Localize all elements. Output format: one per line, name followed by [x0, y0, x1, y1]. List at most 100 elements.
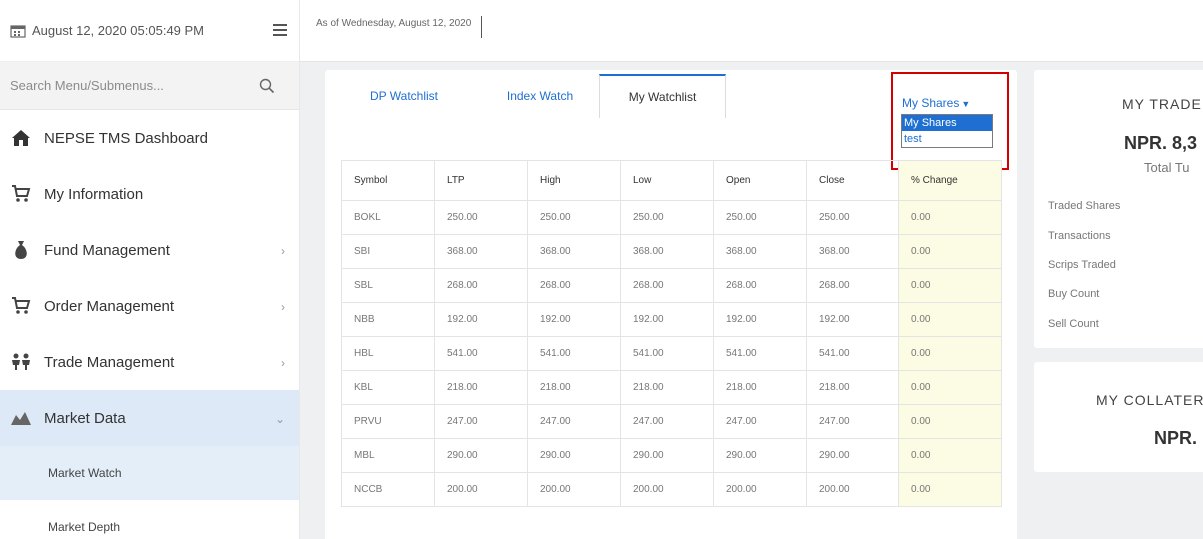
table-header-row: Symbol LTP High Low Open Close % Change	[341, 160, 1002, 201]
table-cell: 290.00	[527, 438, 621, 473]
table-cell: 368.00	[434, 234, 528, 269]
column-header[interactable]: Low	[620, 160, 714, 201]
tab-my-watchlist[interactable]: My Watchlist	[599, 74, 726, 118]
stat-label: Sell Count	[1048, 318, 1099, 330]
table-cell: 541.00	[620, 336, 714, 371]
sidebar-item-trade-management[interactable]: Trade Management ›	[0, 334, 299, 390]
symbol-cell: HBL	[341, 336, 435, 371]
option-test[interactable]: test	[902, 131, 992, 147]
table-cell: 268.00	[527, 268, 621, 303]
table-cell: 368.00	[713, 234, 807, 269]
table-cell: 0.00	[898, 404, 1002, 439]
table-cell: 0.00	[898, 370, 1002, 405]
table-cell: 250.00	[713, 200, 807, 235]
table-cell: 247.00	[527, 404, 621, 439]
table-cell: 247.00	[620, 404, 714, 439]
table-row[interactable]: KBL 218.00 218.00 218.00 218.00 218.00 0.00	[341, 370, 1002, 405]
chevron-down-icon: ⌄	[274, 412, 285, 426]
table-cell: 192.00	[434, 302, 528, 337]
sidebar-item-my-information[interactable]: My Information	[0, 166, 299, 222]
table-cell: 218.00	[527, 370, 621, 405]
table-cell: 192.00	[713, 302, 807, 337]
symbol-cell: SBI	[341, 234, 435, 269]
top-bar: As of Wednesday, August 12, 2020	[300, 0, 1203, 62]
sidebar-item-dashboard[interactable]: NEPSE TMS Dashboard	[0, 110, 299, 166]
search-input[interactable]	[10, 78, 259, 93]
chevron-right-icon: ›	[281, 244, 285, 258]
search-icon[interactable]	[259, 78, 275, 94]
table-cell: 541.00	[434, 336, 528, 371]
table-cell: 368.00	[527, 234, 621, 269]
table-row[interactable]: BOKL 250.00 250.00 250.00 250.00 250.00 0.00	[341, 200, 1002, 235]
column-header[interactable]: % Change	[898, 160, 1002, 201]
calendar-icon	[10, 24, 26, 38]
home-icon	[10, 127, 32, 149]
sidebar-item-order-management[interactable]: Order Management ›	[0, 278, 299, 334]
card-title: MY COLLATER	[1096, 392, 1203, 408]
column-header[interactable]: Close	[806, 160, 899, 201]
table-cell: 192.00	[806, 302, 899, 337]
stat-label: Scrips Traded	[1048, 259, 1116, 271]
table-row[interactable]: HBL 541.00 541.00 541.00 541.00 541.00 0.00	[341, 336, 1002, 371]
sidebar-subitem-market-watch[interactable]: Market Watch	[0, 446, 299, 500]
stat-label: Transactions	[1048, 230, 1111, 242]
table-cell: 200.00	[620, 472, 714, 507]
symbol-cell: SBL	[341, 268, 435, 303]
table-cell: 0.00	[898, 336, 1002, 371]
sidebar-item-fund-management[interactable]: Fund Management ›	[0, 222, 299, 278]
column-header[interactable]: LTP	[434, 160, 528, 201]
table-cell: 0.00	[898, 268, 1002, 303]
menu-toggle-icon[interactable]	[273, 24, 287, 36]
trade-amount: NPR. 8,3	[1124, 133, 1198, 153]
sidebar-item-label: Trade Management	[44, 353, 175, 371]
watchlist-select[interactable]: My Shares ▼	[902, 96, 970, 110]
cart-icon	[10, 183, 32, 205]
watchlist-table: Symbol LTP High Low Open Close % Change …	[341, 160, 1002, 507]
money-bag-icon	[10, 239, 32, 261]
table-cell: 290.00	[434, 438, 528, 473]
sidebar-item-label: My Information	[44, 185, 144, 203]
table-cell: 268.00	[713, 268, 807, 303]
sidebar-item-label: Order Management	[44, 297, 175, 315]
chevron-down-icon: ▼	[961, 99, 971, 109]
table-row[interactable]: NBB 192.00 192.00 192.00 192.00 192.00 0.00	[341, 302, 1002, 337]
table-cell: 290.00	[620, 438, 714, 473]
trade-subtitle: Total Tu	[1144, 160, 1190, 175]
menu-search	[0, 62, 299, 110]
table-row[interactable]: SBL 268.00 268.00 268.00 268.00 268.00 0.00	[341, 268, 1002, 303]
chevron-right-icon: ›	[281, 300, 285, 314]
table-row[interactable]: MBL 290.00 290.00 290.00 290.00 290.00 0.00	[341, 438, 1002, 473]
symbol-cell: KBL	[341, 370, 435, 405]
chevron-right-icon: ›	[281, 356, 285, 370]
column-header[interactable]: High	[527, 160, 621, 201]
tab-dp-watchlist[interactable]: DP Watchlist	[349, 74, 459, 118]
option-my-shares[interactable]: My Shares	[902, 115, 992, 131]
table-cell: 0.00	[898, 472, 1002, 507]
watchlist-card: DP Watchlist Index Watch My Watchlist My…	[325, 70, 1017, 539]
table-cell: 218.00	[620, 370, 714, 405]
collateral-amount: NPR.	[1154, 428, 1198, 448]
sidebar-subitem-market-depth[interactable]: Market Depth	[0, 500, 299, 539]
table-cell: 218.00	[806, 370, 899, 405]
table-row[interactable]: PRVU 247.00 247.00 247.00 247.00 247.00 0.00	[341, 404, 1002, 439]
sidebar-header: August 12, 2020 05:05:49 PM	[0, 0, 299, 62]
table-row[interactable]: SBI 368.00 368.00 368.00 368.00 368.00 0.00	[341, 234, 1002, 269]
table-cell: 218.00	[434, 370, 528, 405]
column-header[interactable]: Open	[713, 160, 807, 201]
table-cell: 218.00	[713, 370, 807, 405]
table-cell: 192.00	[527, 302, 621, 337]
symbol-cell: BOKL	[341, 200, 435, 235]
table-cell: 0.00	[898, 302, 1002, 337]
symbol-cell: PRVU	[341, 404, 435, 439]
table-cell: 247.00	[713, 404, 807, 439]
table-cell: 200.00	[527, 472, 621, 507]
sidebar-item-label: NEPSE TMS Dashboard	[44, 129, 208, 147]
table-cell: 268.00	[806, 268, 899, 303]
my-collateral-card: MY COLLATER NPR.	[1034, 362, 1203, 472]
sidebar-item-market-data[interactable]: Market Data ⌄	[0, 390, 299, 446]
sidebar-item-label: Fund Management	[44, 241, 170, 259]
column-header[interactable]: Symbol	[341, 160, 435, 201]
table-row[interactable]: NCCB 200.00 200.00 200.00 200.00 200.00 0.00	[341, 472, 1002, 507]
table-cell: 541.00	[527, 336, 621, 371]
tab-index-watch[interactable]: Index Watch	[485, 74, 595, 118]
